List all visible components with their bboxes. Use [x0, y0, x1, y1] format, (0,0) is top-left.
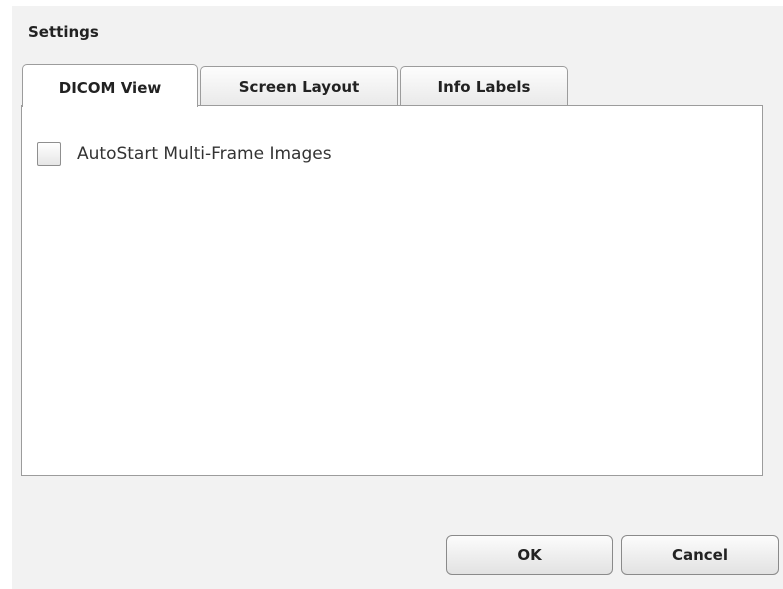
tab-screen-layout[interactable]: Screen Layout [200, 66, 398, 106]
tab-bar: DICOM View Screen Layout Info Labels [22, 63, 570, 107]
autostart-label: AutoStart Multi-Frame Images [77, 144, 332, 164]
cancel-button[interactable]: Cancel [621, 535, 779, 575]
tab-info-labels[interactable]: Info Labels [400, 66, 568, 106]
ok-button[interactable]: OK [446, 535, 613, 575]
dicom-view-panel: AutoStart Multi-Frame Images [21, 105, 763, 476]
autostart-checkbox[interactable] [37, 142, 61, 166]
dialog-title: Settings [28, 23, 99, 41]
tab-dicom-view[interactable]: DICOM View [22, 64, 198, 107]
autostart-option[interactable]: AutoStart Multi-Frame Images [37, 142, 332, 166]
